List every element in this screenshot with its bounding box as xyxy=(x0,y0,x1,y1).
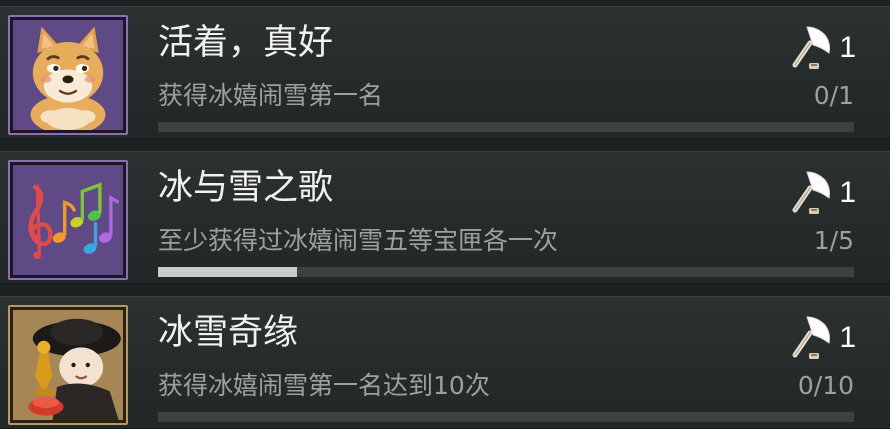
axe-icon xyxy=(792,26,831,69)
reward: 1 xyxy=(785,168,856,218)
music-notes-icon xyxy=(28,182,120,260)
progress-bar xyxy=(158,267,854,277)
axe-icon xyxy=(792,316,831,359)
achievement-row[interactable]: 冰雪奇缘 获得冰嬉闹雪第一名达到10次 1 0/10 xyxy=(0,296,890,429)
reward: 1 xyxy=(785,313,856,363)
axe-icon xyxy=(792,171,831,214)
achievement-badge xyxy=(8,305,128,425)
achievement-list: 活着，真好 获得冰嬉闹雪第一名 1 0/1 冰与雪之歌 至少获得过冰嬉闹雪五等宝… xyxy=(0,0,890,429)
progress-text: 1/5 xyxy=(813,226,854,255)
progress-bar-fill xyxy=(158,267,298,277)
progress-bar xyxy=(158,122,854,132)
achievement-row[interactable]: 冰与雪之歌 至少获得过冰嬉闹雪五等宝匣各一次 1 1/5 xyxy=(0,151,890,284)
reward-count: 1 xyxy=(839,176,856,209)
achievement-badge xyxy=(8,160,128,280)
achievement-description: 获得冰嬉闹雪第一名达到10次 xyxy=(158,371,490,400)
progress-bar xyxy=(158,412,854,422)
achievement-description: 至少获得过冰嬉闹雪五等宝匣各一次 xyxy=(158,226,559,255)
achievement-title: 活着，真好 xyxy=(158,23,334,63)
reward-count: 1 xyxy=(839,31,856,64)
doge-face-icon xyxy=(30,26,106,130)
achievement-title: 冰雪奇缘 xyxy=(158,313,299,353)
progress-text: 0/10 xyxy=(797,371,854,400)
progress-text: 0/1 xyxy=(813,81,854,110)
achievement-description: 获得冰嬉闹雪第一名 xyxy=(158,81,384,110)
achievement-badge xyxy=(8,15,128,135)
reward: 1 xyxy=(785,23,856,73)
achievement-row[interactable]: 活着，真好 获得冰嬉闹雪第一名 1 0/1 xyxy=(0,6,890,139)
trophy-character-icon xyxy=(28,318,121,420)
reward-count: 1 xyxy=(839,321,856,354)
achievement-title: 冰与雪之歌 xyxy=(158,168,334,208)
